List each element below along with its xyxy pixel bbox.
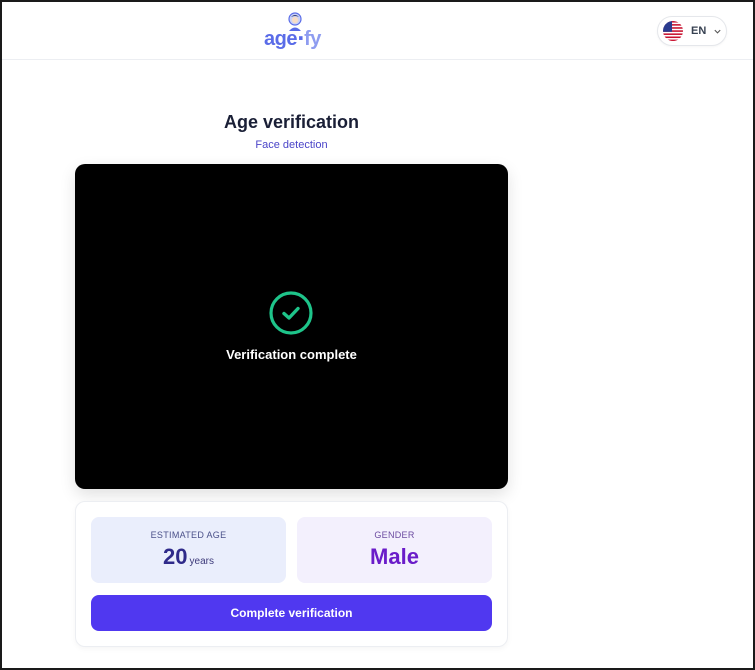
estimated-age-label: ESTIMATED AGE: [150, 530, 227, 540]
us-flag-icon: [663, 21, 683, 41]
language-selector[interactable]: EN: [657, 16, 727, 46]
complete-verification-button[interactable]: Complete verification: [91, 595, 492, 631]
results-panel: ESTIMATED AGE 20 years GENDER Male Comple…: [75, 501, 508, 647]
gender-label: GENDER: [374, 530, 415, 540]
estimated-age-unit: years: [189, 556, 214, 567]
verification-status: Verification complete: [226, 347, 357, 362]
logo-text: age⋅fy: [264, 28, 321, 50]
gender-value: Male: [370, 544, 419, 569]
camera-viewport: Verification complete: [75, 164, 508, 489]
estimated-age-value: 20: [163, 544, 188, 569]
gender-card: GENDER Male: [297, 517, 492, 583]
chevron-down-icon: [714, 29, 721, 34]
language-code: EN: [691, 25, 707, 37]
page-subtitle: Face detection: [255, 139, 328, 151]
top-header: age⋅fy EN: [2, 2, 753, 60]
agefy-logo[interactable]: age⋅fy: [264, 10, 326, 52]
check-circle-icon: [269, 291, 313, 335]
page-title: Age verification: [223, 112, 360, 132]
estimated-age-card: ESTIMATED AGE 20 years: [91, 517, 286, 583]
